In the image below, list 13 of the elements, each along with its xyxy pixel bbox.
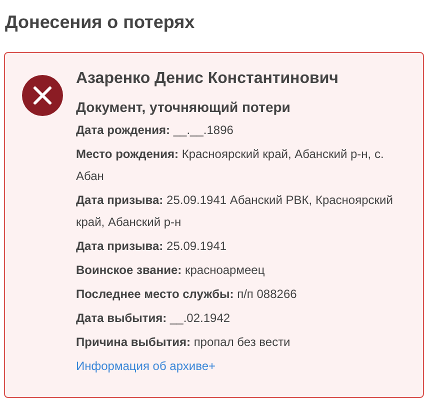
record-field: Воинское звание: красноармеец bbox=[76, 259, 413, 281]
close-icon bbox=[22, 75, 63, 116]
record-field: Место рождения: Красноярский край, Абанский р-н, с. Абан bbox=[76, 143, 413, 187]
record-field: Дата рождения: __.__.1896 bbox=[76, 119, 413, 141]
section-heading: Донесения о потерях bbox=[5, 11, 196, 34]
record-field: Дата призыва: 25.09.1941 bbox=[76, 235, 413, 257]
record-field: Дата выбытия: __.02.1942 bbox=[76, 307, 413, 329]
person-name: Азаренко Денис Константинович bbox=[76, 69, 340, 89]
archive-info-link[interactable]: Информация об архиве+ bbox=[76, 355, 413, 377]
record-field: Дата призыва: 25.09.1941 Абанский РВК, Красноярский край, Абанский р-н bbox=[76, 189, 413, 233]
record-field: Причина выбытия: пропал без вести bbox=[76, 331, 413, 353]
document-title: Документ, уточняющий потери bbox=[76, 98, 292, 117]
record-field: Последнее место службы: п/п 088266 bbox=[76, 283, 413, 305]
